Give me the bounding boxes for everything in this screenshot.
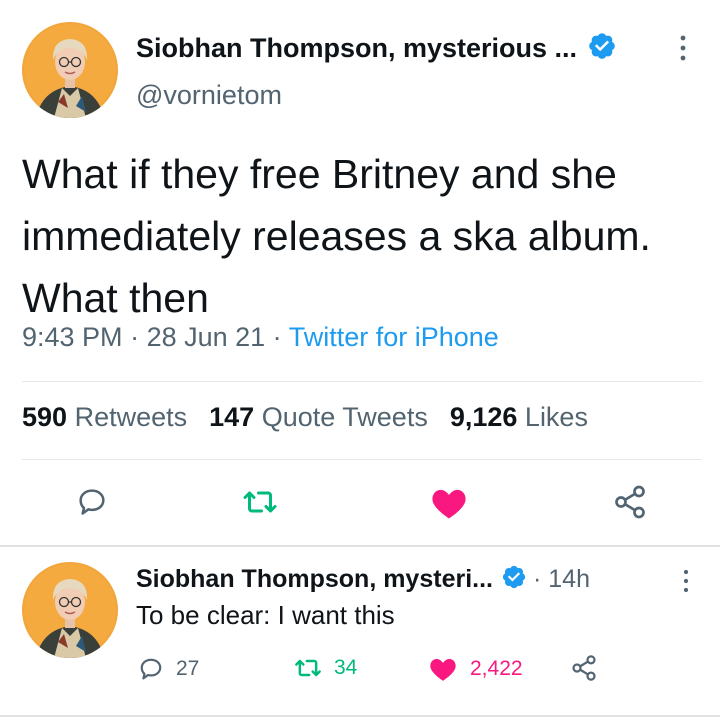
share-icon (572, 655, 596, 681)
divider (22, 459, 702, 460)
reply-author-row: Siobhan Thompson, mysteri... · 14h (136, 563, 590, 595)
quote-tweets-stat[interactable]: 147 Quote Tweets (209, 402, 428, 432)
verified-badge-icon (501, 564, 527, 595)
likes-stat[interactable]: 9,126 Likes (450, 402, 588, 432)
like-button[interactable] (428, 485, 470, 521)
author-name-row: Siobhan Thompson, mysterious ... (136, 30, 617, 66)
tweet-metadata: 9:43 PM · 28 Jun 21 · Twitter for iPhone (22, 322, 499, 353)
retweets-count: 590 (22, 402, 68, 432)
retweet-count: 34 (334, 656, 358, 679)
quote-tweets-label: Quote Tweets (261, 402, 428, 432)
reply-button[interactable] (72, 485, 112, 519)
author-handle[interactable]: @vornietom (136, 80, 282, 111)
likes-count: 9,126 (449, 402, 518, 432)
heart-icon (430, 658, 456, 681)
reply-retweet-button[interactable]: 34 (294, 656, 357, 680)
like-count: 2,422 (470, 657, 523, 680)
likes-label: Likes (524, 402, 588, 432)
retweet-icon (295, 659, 321, 677)
avatar-image (22, 562, 118, 658)
verified-badge-icon (587, 31, 617, 66)
avatar[interactable] (22, 562, 118, 658)
quote-tweets-count: 147 (209, 402, 255, 432)
avatar[interactable] (22, 22, 118, 118)
share-button[interactable] (610, 482, 650, 522)
tweet-date[interactable]: 28 Jun 21 (147, 322, 266, 352)
section-divider (0, 545, 720, 547)
meta-separator: · (122, 322, 147, 352)
tweet-time[interactable]: 9:43 PM (22, 322, 123, 352)
reply-like-button[interactable]: 2,422 (428, 656, 523, 682)
meta-separator: · (265, 322, 289, 352)
retweet-button[interactable] (240, 485, 280, 519)
retweets-stat[interactable]: 590 Retweets (22, 402, 187, 432)
reply-share-button[interactable] (570, 654, 610, 682)
author-display-name[interactable]: Siobhan Thompson, mysterious ... (136, 33, 577, 64)
reply-icon (79, 489, 105, 515)
tweet-text: What if they free Britney and she immedi… (22, 151, 651, 321)
tweet-source[interactable]: Twitter for iPhone (289, 322, 499, 352)
reply-icon (140, 658, 162, 680)
reply-tweet-text: To be clear: I want this (136, 600, 395, 630)
retweet-icon (243, 491, 277, 513)
more-icon[interactable] (680, 567, 692, 600)
section-divider (0, 715, 720, 717)
divider (22, 381, 702, 382)
reply-timestamp[interactable]: · 14h (533, 565, 590, 594)
reply-author-name[interactable]: Siobhan Thompson, mysteri... (136, 565, 493, 594)
share-icon (615, 485, 645, 519)
more-icon[interactable] (676, 32, 690, 69)
reply-reply-button[interactable]: 27 (138, 656, 199, 682)
avatar-image (22, 22, 118, 118)
heart-icon (432, 489, 466, 519)
reply-count: 27 (176, 657, 200, 680)
main-tweet: Siobhan Thompson, mysterious ... @vornie… (0, 0, 720, 545)
retweets-label: Retweets (74, 402, 188, 432)
engagement-stats: 590 Retweets 147 Quote Tweets 9,126 Likes (22, 402, 588, 433)
